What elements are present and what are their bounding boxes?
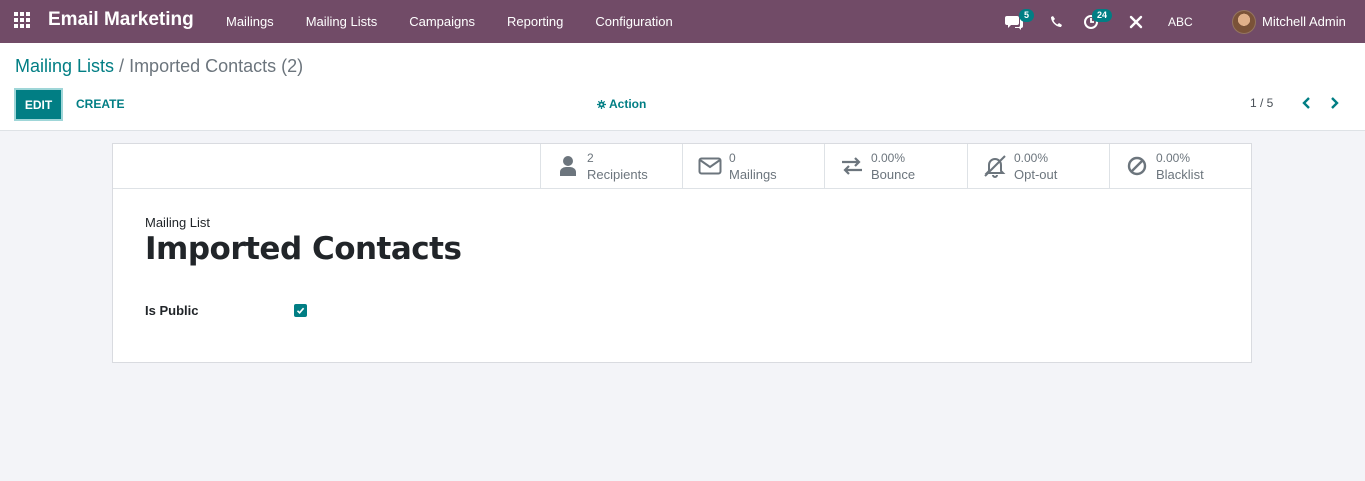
avatar	[1232, 9, 1256, 34]
blacklist-label: Blacklist	[1156, 167, 1204, 182]
blacklist-rate: 0.00%	[1156, 151, 1191, 165]
bell-slash-icon	[982, 154, 1008, 178]
menu-item-mailing-lists[interactable]: Mailing Lists	[290, 0, 394, 43]
bounce-rate: 0.00%	[871, 151, 906, 165]
menu-item-mailings[interactable]: Mailings	[210, 0, 290, 43]
gear-icon	[597, 99, 606, 109]
action-label: Action	[609, 97, 647, 111]
mailings-count: 0	[729, 151, 736, 165]
apps-menu-icon[interactable]	[14, 12, 32, 30]
breadcrumb-current: Imported Contacts (2)	[129, 56, 304, 76]
record-caption: Mailing List	[145, 215, 211, 230]
recipients-stat-button[interactable]: 2 Recipients	[540, 144, 682, 188]
user-name: Mitchell Admin	[1262, 14, 1346, 29]
debug-tools-button[interactable]	[1129, 0, 1143, 43]
chevron-right-icon	[1331, 97, 1339, 109]
breadcrumb-separator: /	[114, 56, 130, 76]
form-sheet: 2 Recipients 0 Mailings 0.00% Bounce 0.0…	[112, 143, 1252, 363]
activities-button[interactable]: 24	[1083, 0, 1113, 43]
menu-item-campaigns[interactable]: Campaigns	[393, 0, 491, 43]
action-dropdown[interactable]: Action	[597, 97, 646, 111]
menu-item-configuration[interactable]: Configuration	[579, 0, 688, 43]
mailings-stat-button[interactable]: 0 Mailings	[682, 144, 824, 188]
user-icon	[555, 154, 581, 178]
chevron-left-icon	[1302, 97, 1310, 109]
messages-button[interactable]: 5	[1005, 0, 1035, 43]
record-title: Imported Contacts	[145, 231, 462, 267]
smart-button-box: 2 Recipients 0 Mailings 0.00% Bounce 0.0…	[113, 144, 1251, 189]
tools-icon	[1129, 15, 1143, 28]
recipients-label: Recipients	[587, 167, 648, 182]
edit-button[interactable]: EDIT	[14, 88, 63, 121]
bounce-stat-button[interactable]: 0.00% Bounce	[824, 144, 966, 188]
pager-previous-button[interactable]	[1299, 95, 1315, 111]
phone-button[interactable]	[1050, 0, 1063, 43]
breadcrumb-mailing-lists[interactable]: Mailing Lists	[15, 56, 114, 76]
pager-next-button[interactable]	[1326, 95, 1342, 111]
create-button[interactable]: CREATE	[76, 97, 124, 111]
ban-icon	[1124, 154, 1150, 178]
envelope-icon	[697, 154, 723, 178]
check-icon	[296, 307, 305, 314]
top-navbar: Email Marketing Mailings Mailing Lists C…	[0, 0, 1365, 43]
blacklist-stat-button[interactable]: 0.00% Blacklist	[1109, 144, 1251, 188]
user-menu[interactable]: Mitchell Admin	[1232, 0, 1346, 43]
messages-badge: 5	[1019, 9, 1035, 22]
mailings-label: Mailings	[729, 167, 777, 182]
exchange-icon	[839, 154, 865, 178]
bounce-label: Bounce	[871, 167, 916, 182]
activities-badge: 24	[1092, 9, 1113, 22]
app-brand[interactable]: Email Marketing	[48, 9, 194, 31]
is-public-checkbox[interactable]	[294, 304, 307, 317]
menu-item-reporting[interactable]: Reporting	[491, 0, 579, 43]
recipients-count: 2	[587, 151, 594, 165]
pager-value[interactable]: 1 / 5	[1250, 96, 1273, 110]
opt-out-stat-button[interactable]: 0.00% Opt-out	[967, 144, 1109, 188]
is-public-label: Is Public	[145, 303, 199, 318]
main-menu: Mailings Mailing Lists Campaigns Reporti…	[210, 0, 689, 43]
breadcrumb: Mailing Lists / Imported Contacts (2)	[15, 56, 303, 77]
opt-out-label: Opt-out	[1014, 167, 1058, 182]
phone-icon	[1051, 16, 1062, 27]
opt-out-rate: 0.00%	[1014, 151, 1049, 165]
company-switcher[interactable]: ABC	[1168, 0, 1193, 43]
control-panel: Mailing Lists / Imported Contacts (2) ED…	[0, 43, 1365, 131]
